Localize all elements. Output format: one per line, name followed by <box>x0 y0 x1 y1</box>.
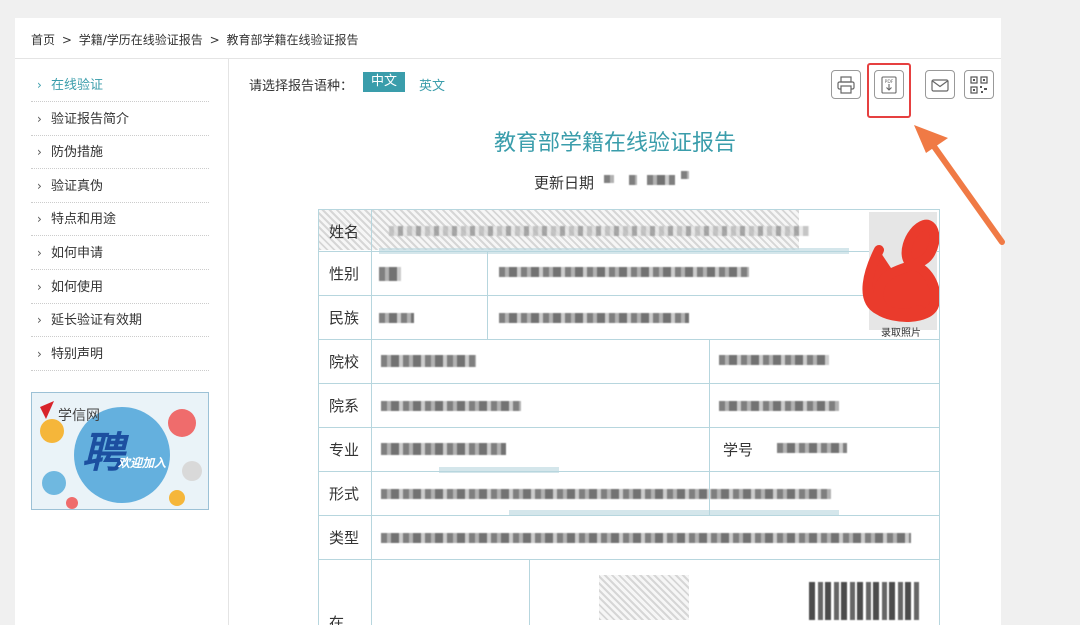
annotation-arrow-icon <box>0 0 1080 625</box>
